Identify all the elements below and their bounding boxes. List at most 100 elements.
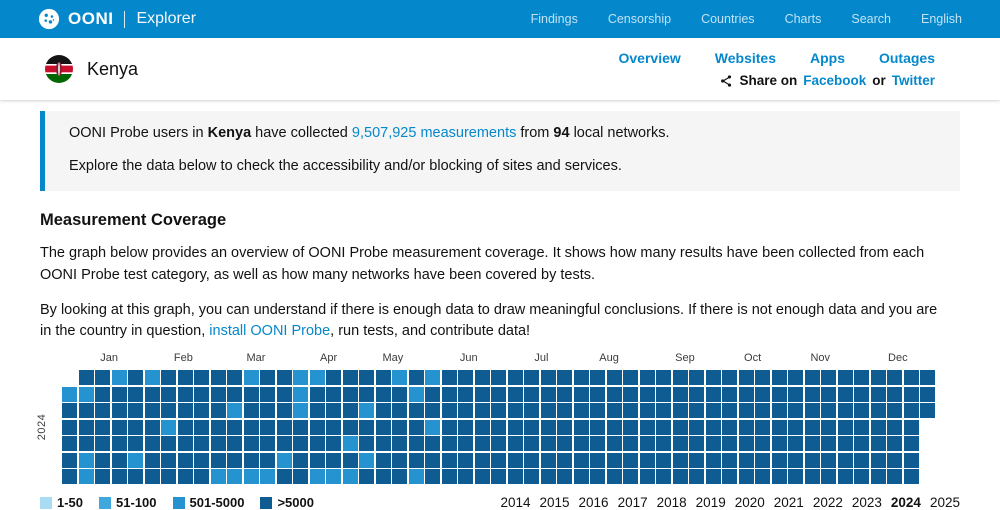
heatmap-cell[interactable] bbox=[359, 370, 374, 385]
heatmap-cell[interactable] bbox=[838, 420, 853, 435]
heatmap-cell[interactable] bbox=[557, 403, 572, 418]
heatmap-cell[interactable] bbox=[904, 387, 919, 402]
heatmap-cell[interactable] bbox=[508, 403, 523, 418]
heatmap-cell[interactable] bbox=[95, 469, 110, 484]
heatmap-cell[interactable] bbox=[211, 387, 226, 402]
heatmap-cell[interactable] bbox=[574, 436, 589, 451]
heatmap-cell[interactable] bbox=[211, 453, 226, 468]
heatmap-cell[interactable] bbox=[310, 469, 325, 484]
heatmap-cell[interactable] bbox=[689, 469, 704, 484]
heatmap-cell[interactable] bbox=[161, 403, 176, 418]
heatmap-cell[interactable] bbox=[788, 436, 803, 451]
heatmap-cell[interactable] bbox=[62, 420, 77, 435]
heatmap-cell[interactable] bbox=[706, 436, 721, 451]
heatmap-cell[interactable] bbox=[788, 469, 803, 484]
heatmap-cell[interactable] bbox=[442, 387, 457, 402]
year-button-2025[interactable]: 2025 bbox=[930, 495, 960, 510]
heatmap-cell[interactable] bbox=[326, 453, 341, 468]
heatmap-cell[interactable] bbox=[590, 420, 605, 435]
heatmap-cell[interactable] bbox=[343, 436, 358, 451]
heatmap-cell[interactable] bbox=[887, 403, 902, 418]
heatmap-cell[interactable] bbox=[673, 403, 688, 418]
heatmap-cell[interactable] bbox=[871, 436, 886, 451]
heatmap-cell[interactable] bbox=[854, 436, 869, 451]
heatmap-cell[interactable] bbox=[260, 469, 275, 484]
heatmap-cell[interactable] bbox=[904, 370, 919, 385]
heatmap-cell[interactable] bbox=[772, 453, 787, 468]
heatmap-cell[interactable] bbox=[887, 436, 902, 451]
heatmap-cell[interactable] bbox=[326, 420, 341, 435]
heatmap-cell[interactable] bbox=[359, 420, 374, 435]
heatmap-cell[interactable] bbox=[145, 453, 160, 468]
heatmap-cell[interactable] bbox=[739, 469, 754, 484]
heatmap-cell[interactable] bbox=[755, 387, 770, 402]
heatmap-cell[interactable] bbox=[293, 370, 308, 385]
heatmap-cell[interactable] bbox=[458, 370, 473, 385]
heatmap-cell[interactable] bbox=[211, 403, 226, 418]
heatmap-cell[interactable] bbox=[689, 453, 704, 468]
heatmap-cell[interactable] bbox=[920, 370, 935, 385]
heatmap-cell[interactable] bbox=[194, 453, 209, 468]
heatmap-cell[interactable] bbox=[838, 387, 853, 402]
heatmap-cell[interactable] bbox=[706, 370, 721, 385]
heatmap-cell[interactable] bbox=[178, 469, 193, 484]
heatmap-cell[interactable] bbox=[838, 370, 853, 385]
heatmap-cell[interactable] bbox=[326, 370, 341, 385]
heatmap-cell[interactable] bbox=[821, 469, 836, 484]
heatmap-cell[interactable] bbox=[821, 387, 836, 402]
year-button-2022[interactable]: 2022 bbox=[813, 495, 843, 510]
heatmap-cell[interactable] bbox=[854, 469, 869, 484]
heatmap-cell[interactable] bbox=[277, 420, 292, 435]
heatmap-cell[interactable] bbox=[178, 370, 193, 385]
heatmap-cell[interactable] bbox=[706, 469, 721, 484]
heatmap-cell[interactable] bbox=[425, 469, 440, 484]
heatmap-cell[interactable] bbox=[95, 420, 110, 435]
heatmap-cell[interactable] bbox=[178, 420, 193, 435]
heatmap-cell[interactable] bbox=[689, 436, 704, 451]
heatmap-cell[interactable] bbox=[590, 370, 605, 385]
heatmap-cell[interactable] bbox=[112, 370, 127, 385]
heatmap-cell[interactable] bbox=[211, 469, 226, 484]
heatmap-cell[interactable] bbox=[854, 420, 869, 435]
heatmap-cell[interactable] bbox=[739, 420, 754, 435]
heatmap-cell[interactable] bbox=[491, 420, 506, 435]
heatmap-cell[interactable] bbox=[227, 420, 242, 435]
heatmap-cell[interactable] bbox=[359, 387, 374, 402]
heatmap-cell[interactable] bbox=[277, 469, 292, 484]
heatmap-cell[interactable] bbox=[359, 436, 374, 451]
heatmap-cell[interactable] bbox=[277, 370, 292, 385]
heatmap-cell[interactable] bbox=[178, 387, 193, 402]
heatmap-cell[interactable] bbox=[805, 453, 820, 468]
heatmap-cell[interactable] bbox=[524, 453, 539, 468]
heatmap-cell[interactable] bbox=[425, 403, 440, 418]
heatmap-cell[interactable] bbox=[112, 403, 127, 418]
heatmap-cell[interactable] bbox=[409, 469, 424, 484]
heatmap-cell[interactable] bbox=[475, 436, 490, 451]
heatmap-cell[interactable] bbox=[62, 403, 77, 418]
heatmap-cell[interactable] bbox=[458, 469, 473, 484]
heatmap-cell[interactable] bbox=[194, 403, 209, 418]
heatmap-cell[interactable] bbox=[79, 370, 94, 385]
heatmap-cell[interactable] bbox=[359, 403, 374, 418]
heatmap-cell[interactable] bbox=[227, 370, 242, 385]
heatmap-cell[interactable] bbox=[161, 420, 176, 435]
heatmap-cell[interactable] bbox=[887, 453, 902, 468]
heatmap-cell[interactable] bbox=[293, 453, 308, 468]
heatmap-cell[interactable] bbox=[458, 403, 473, 418]
heatmap-cell[interactable] bbox=[194, 370, 209, 385]
heatmap-cell[interactable] bbox=[145, 403, 160, 418]
heatmap-cell[interactable] bbox=[755, 420, 770, 435]
heatmap-cell[interactable] bbox=[359, 453, 374, 468]
heatmap-cell[interactable] bbox=[887, 387, 902, 402]
heatmap-cell[interactable] bbox=[805, 403, 820, 418]
heatmap-cell[interactable] bbox=[673, 436, 688, 451]
heatmap-cell[interactable] bbox=[194, 387, 209, 402]
heatmap-cell[interactable] bbox=[376, 469, 391, 484]
heatmap-cell[interactable] bbox=[62, 436, 77, 451]
heatmap-cell[interactable] bbox=[293, 403, 308, 418]
heatmap-cell[interactable] bbox=[854, 403, 869, 418]
heatmap-cell[interactable] bbox=[326, 469, 341, 484]
heatmap-cell[interactable] bbox=[343, 469, 358, 484]
heatmap-cell[interactable] bbox=[590, 469, 605, 484]
heatmap-cell[interactable] bbox=[376, 453, 391, 468]
